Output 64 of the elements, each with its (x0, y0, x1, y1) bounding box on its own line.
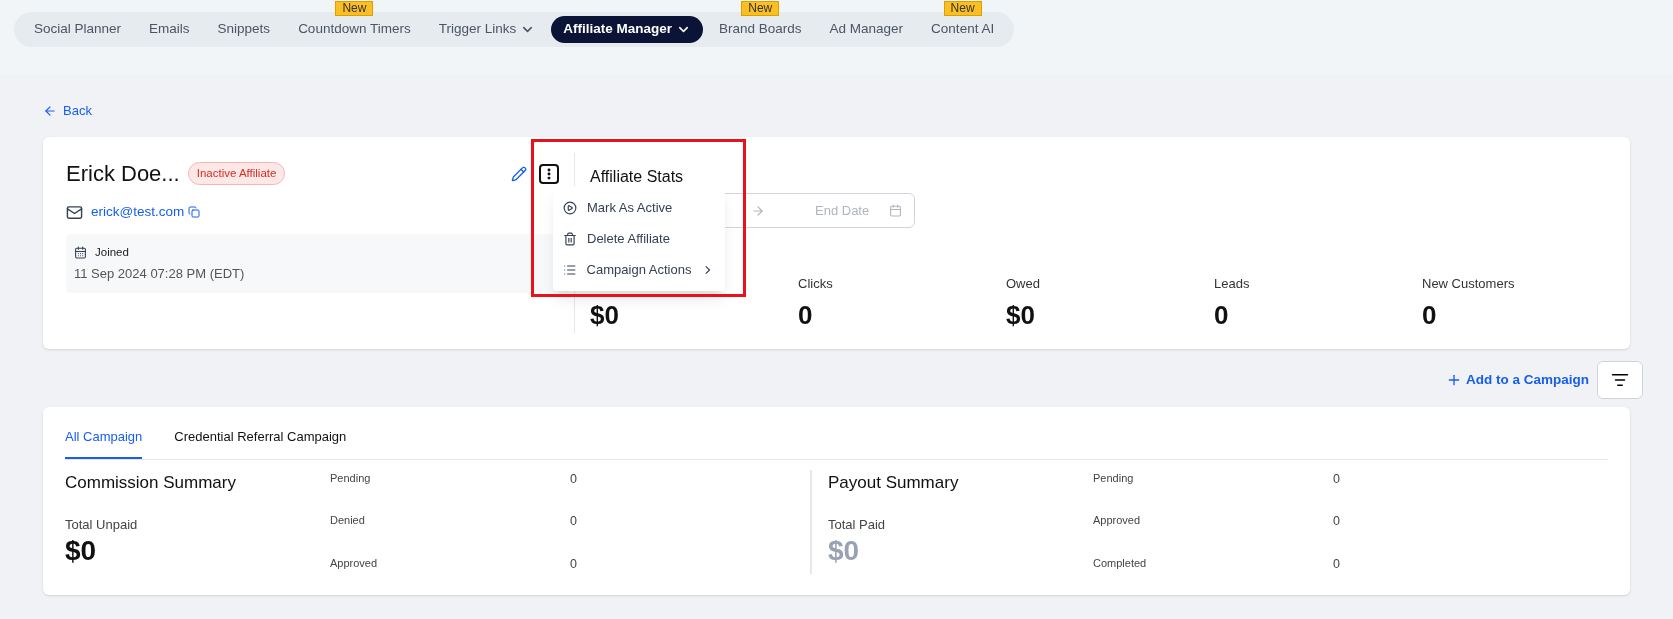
status-badge: Inactive Affiliate (187, 161, 286, 186)
campaign-tab[interactable]: All Campaign (65, 427, 143, 459)
plus-icon (1446, 372, 1462, 388)
calendar-icon (74, 246, 87, 260)
stat-label: Owed (1006, 275, 1041, 293)
summary-row-value: 0 (570, 556, 577, 573)
play-circle-icon (563, 200, 577, 215)
email-link[interactable]: erick@test.com (91, 202, 185, 223)
summary-row-value: 0 (570, 470, 577, 488)
new-badge: New (335, 1, 374, 16)
stat-value: $0 (1006, 299, 1036, 332)
stat-value: 0 (1214, 299, 1230, 332)
summary-row-label: Denied (330, 513, 366, 529)
total-amount: $0 (828, 534, 861, 567)
filter-button[interactable] (1597, 361, 1643, 399)
more-options-button[interactable] (539, 163, 559, 184)
summary-row-value: 0 (1333, 513, 1340, 531)
stat-label: Clicks (798, 275, 834, 293)
nav-tab[interactable]: Emails (137, 16, 202, 43)
summary-title: Payout Summary (828, 471, 960, 494)
joined-label: Joined (95, 245, 129, 261)
summary-row-label: Pending (330, 470, 372, 486)
summary-row-value: 0 (1333, 470, 1340, 488)
summary-row-label: Completed (1093, 556, 1148, 571)
summary-title: Commission Summary (65, 471, 237, 494)
filter-icon (1611, 371, 1629, 389)
nav-tab[interactable]: Snippets (205, 16, 283, 43)
nav-tab[interactable]: Content AI (919, 16, 1007, 43)
total-label: Total Paid (828, 516, 887, 534)
summary-row-label: Pending (1093, 470, 1135, 486)
summary-row-label: Approved (330, 556, 379, 571)
stat-value: 0 (1422, 299, 1438, 332)
total-amount: $0 (65, 534, 98, 567)
campaign-tab[interactable]: Credential Referral Campaign (174, 427, 347, 459)
nav-tab[interactable]: Ad Manager (817, 16, 916, 43)
nav-tab[interactable]: Countdown Timers (286, 16, 423, 43)
end-date-placeholder: End Date (815, 201, 870, 220)
add-to-campaign-link[interactable]: Add to a Campaign (1446, 369, 1589, 391)
mail-icon (66, 203, 83, 221)
stat-label: Leads (1214, 275, 1251, 293)
calendar-icon (889, 204, 902, 217)
nav-tab[interactable]: Affiliate Manager (551, 16, 703, 43)
menu-item[interactable]: Campaign Actions (553, 254, 725, 285)
joined-date: 11 Sep 2024 07:28 PM (EDT) (74, 264, 246, 283)
list-icon (563, 262, 577, 277)
summary-row-value: 0 (1333, 556, 1340, 573)
total-label: Total Unpaid (65, 516, 139, 534)
stat-value: 0 (798, 299, 814, 332)
trash-icon (563, 231, 577, 246)
copy-icon[interactable] (188, 206, 201, 219)
edit-icon[interactable] (511, 165, 527, 182)
new-badge: New (943, 1, 982, 16)
stat-value: $0 (590, 299, 620, 332)
affiliate-name: Erick Doe... (66, 160, 180, 188)
stats-title: Affiliate Stats (590, 167, 685, 187)
nav-tab[interactable]: Trigger Links (426, 16, 548, 43)
back-link[interactable]: Back (43, 101, 92, 121)
nav-tab[interactable]: Social Planner (22, 16, 134, 43)
arrow-right-icon (751, 203, 765, 218)
stat-label: New Customers (1422, 275, 1516, 293)
nav-tab[interactable]: Brand Boards (707, 16, 814, 43)
summary-row-value: 0 (570, 513, 577, 531)
new-badge: New (741, 1, 780, 16)
summary-row-label: Approved (1093, 513, 1142, 529)
